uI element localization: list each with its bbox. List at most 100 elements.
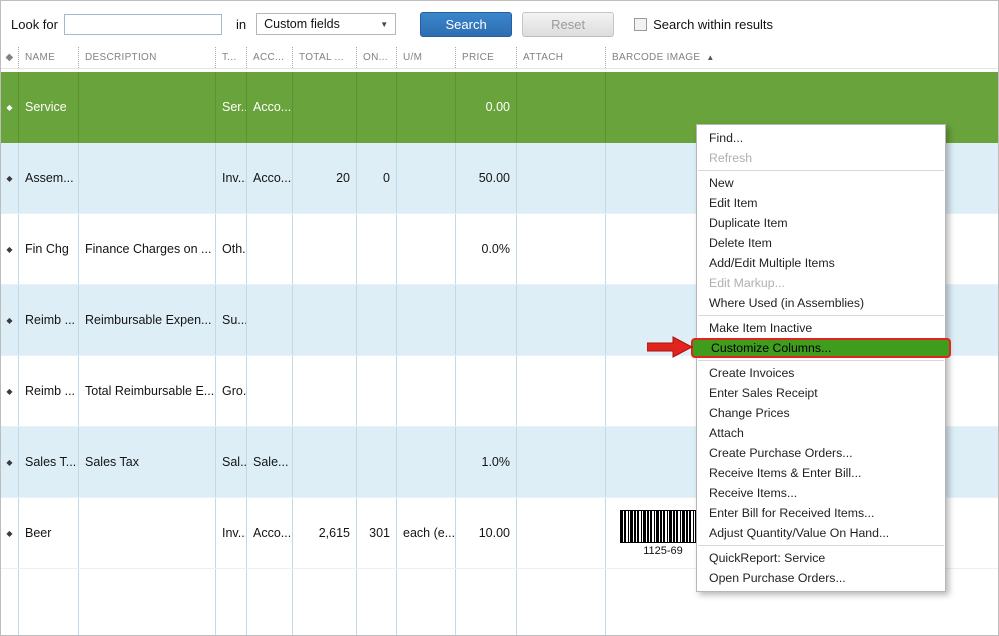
cell-type: Su... xyxy=(216,285,247,355)
chevron-down-icon: ▼ xyxy=(380,19,389,29)
cell-um xyxy=(397,285,456,355)
search-button[interactable]: Search xyxy=(420,11,513,37)
search-within-results-checkbox[interactable] xyxy=(634,17,648,31)
menu-item-edit-markup: Edit Markup... xyxy=(709,276,785,290)
search-bar: Look for in Custom fields ▼ Search Reset… xyxy=(1,1,998,47)
cell-type: Oth... xyxy=(216,214,247,284)
cell-account xyxy=(247,356,293,426)
cell-price xyxy=(456,356,517,426)
cell-type: Inv... xyxy=(216,498,247,568)
cell-on-hand xyxy=(357,214,397,284)
diamond-icon: ◆ xyxy=(6,386,13,396)
column-header-name[interactable]: NAME xyxy=(19,47,79,68)
cell-attach xyxy=(517,498,606,568)
menu-item-new[interactable]: New xyxy=(697,173,945,193)
menu-item-attach[interactable]: Attach xyxy=(697,423,945,443)
cell-type: Inv... xyxy=(216,143,247,213)
cell-attach xyxy=(517,143,606,213)
cell-description: Reimbursable Expen... xyxy=(79,285,216,355)
menu-separator xyxy=(698,360,944,361)
look-for-input[interactable] xyxy=(63,13,222,35)
field-select-value: Custom fields xyxy=(264,17,340,31)
table-header: ◆ NAME DESCRIPTION T... ACC... TOTAL ...… xyxy=(1,47,998,69)
cell-account xyxy=(247,214,293,284)
menu-separator xyxy=(698,315,944,316)
field-select[interactable]: Custom fields ▼ xyxy=(256,13,397,35)
cell-type: Ser... xyxy=(216,72,247,142)
cell-on-hand: 0 xyxy=(357,143,397,213)
cell-name: Sales T... xyxy=(19,427,79,497)
cell-description: Total Reimbursable E... xyxy=(79,356,216,426)
reset-button[interactable]: Reset xyxy=(522,11,615,37)
menu-item-adjust-quantity-value-on-hand[interactable]: Adjust Quantity/Value On Hand... xyxy=(697,523,945,543)
column-header-description[interactable]: DESCRIPTION xyxy=(79,47,216,68)
menu-item-enter-sales-receipt[interactable]: Enter Sales Receipt xyxy=(697,383,945,403)
cell-um xyxy=(397,356,456,426)
cell-name: Service xyxy=(19,72,79,142)
menu-item-receive-items-enter-bill[interactable]: Receive Items & Enter Bill... xyxy=(697,463,945,483)
column-header-price[interactable]: PRICE xyxy=(456,47,517,68)
cell-description: Sales Tax xyxy=(79,427,216,497)
column-header-type[interactable]: T... xyxy=(216,47,247,68)
cell-account: Sale... xyxy=(247,427,293,497)
cell-on-hand xyxy=(357,72,397,142)
menu-item-edit-item[interactable]: Edit Item xyxy=(697,193,945,213)
cell-um xyxy=(397,214,456,284)
menu-item-quickreport-service[interactable]: QuickReport: Service xyxy=(697,548,945,568)
menu-item-add-edit-multiple-items[interactable]: Add/Edit Multiple Items xyxy=(697,253,945,273)
cell-on-hand xyxy=(357,285,397,355)
menu-item-duplicate-item[interactable]: Duplicate Item xyxy=(697,213,945,233)
column-header-account[interactable]: ACC... xyxy=(247,47,293,68)
menu-item-customize-columns[interactable]: Customize Columns... xyxy=(691,338,951,358)
menu-item-delete-item[interactable]: Delete Item xyxy=(697,233,945,253)
cell-description: Finance Charges on ... xyxy=(79,214,216,284)
cell-attach xyxy=(517,285,606,355)
cell-um xyxy=(397,72,456,142)
cell-price: 10.00 xyxy=(456,498,517,568)
menu-item-receive-items[interactable]: Receive Items... xyxy=(697,483,945,503)
cell-price: 0.0% xyxy=(456,214,517,284)
cell-account: Acco... xyxy=(247,498,293,568)
cell-price: 1.0% xyxy=(456,427,517,497)
menu-item-change-prices[interactable]: Change Prices xyxy=(697,403,945,423)
context-menu: Find... Refresh New Edit Item Duplicate … xyxy=(691,124,951,592)
menu-item-create-purchase-orders[interactable]: Create Purchase Orders... xyxy=(697,443,945,463)
cell-on-hand: 301 xyxy=(357,498,397,568)
in-label: in xyxy=(235,16,247,32)
menu-item-make-item-inactive[interactable]: Make Item Inactive xyxy=(697,318,945,338)
menu-item-open-purchase-orders[interactable]: Open Purchase Orders... xyxy=(697,568,945,588)
menu-item-create-invoices[interactable]: Create Invoices xyxy=(697,363,945,383)
red-arrow-pointer xyxy=(647,336,693,358)
barcode-stripes-icon xyxy=(620,509,706,543)
column-header-barcode-image[interactable]: BARCODE IMAGE ▲ xyxy=(606,47,998,68)
column-header-drag[interactable]: ◆ xyxy=(1,47,19,68)
column-header-on-hand[interactable]: ON... xyxy=(357,47,397,68)
cell-price: 50.00 xyxy=(456,143,517,213)
diamond-icon: ◆ xyxy=(6,315,13,325)
search-within-results-label: Search within results xyxy=(653,16,774,32)
cell-price: 0.00 xyxy=(456,72,517,142)
diamond-icon: ◆ xyxy=(6,457,13,467)
menu-item-where-used[interactable]: Where Used (in Assemblies) xyxy=(697,293,945,313)
column-header-total[interactable]: TOTAL ... xyxy=(293,47,357,68)
cell-attach xyxy=(517,72,606,142)
cell-total: 2,615 xyxy=(293,498,357,568)
cell-on-hand xyxy=(357,356,397,426)
cell-um: each (e... xyxy=(397,498,456,568)
cell-total xyxy=(293,356,357,426)
menu-item-enter-bill-for-received-items[interactable]: Enter Bill for Received Items... xyxy=(697,503,945,523)
menu-item-find[interactable]: Find... xyxy=(697,128,945,148)
cell-name: Reimb ... xyxy=(19,356,79,426)
cell-name: Assem... xyxy=(19,143,79,213)
column-header-um[interactable]: U/M xyxy=(397,47,456,68)
item-list-window: Look for in Custom fields ▼ Search Reset… xyxy=(0,0,999,636)
menu-separator xyxy=(698,170,944,171)
barcode-label: 1125-69 xyxy=(643,544,683,557)
cell-on-hand xyxy=(357,427,397,497)
menu-separator xyxy=(698,545,944,546)
barcode-header-label: BARCODE IMAGE xyxy=(612,52,701,63)
cell-description xyxy=(79,72,216,142)
cell-total xyxy=(293,72,357,142)
column-header-attach[interactable]: ATTACH xyxy=(517,47,606,68)
cell-um xyxy=(397,427,456,497)
